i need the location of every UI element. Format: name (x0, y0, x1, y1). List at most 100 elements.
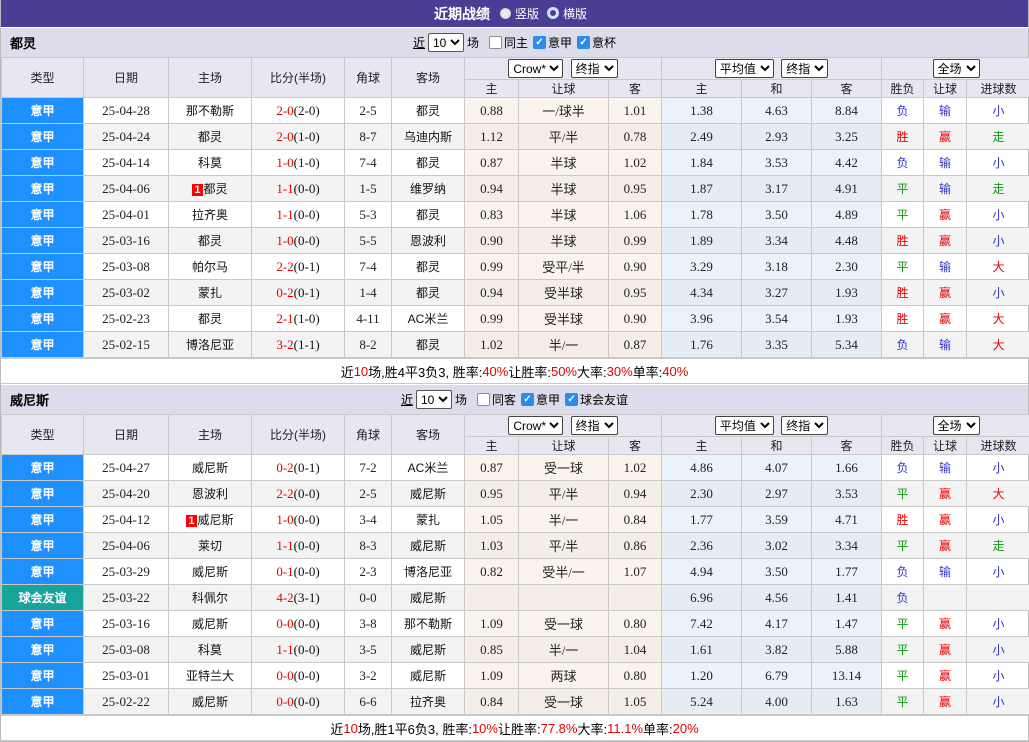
home-team-cell[interactable]: 帕尔马 (169, 254, 252, 280)
home-team-cell[interactable]: 科莫 (169, 150, 252, 176)
away-team-cell[interactable]: 拉齐奥 (392, 689, 465, 715)
home-team-name[interactable]: 都灵 (198, 130, 222, 144)
layout-radio-unselected[interactable] (547, 7, 559, 19)
away-team-name[interactable]: 乌迪内斯 (404, 130, 452, 144)
away-team-name[interactable]: 威尼斯 (410, 539, 446, 553)
home-team-cell[interactable]: 恩波利 (169, 481, 252, 507)
away-team-cell[interactable]: AC米兰 (392, 455, 465, 481)
away-team-name[interactable]: 博洛尼亚 (404, 565, 452, 579)
away-team-cell[interactable]: 恩波利 (392, 228, 465, 254)
home-team-name[interactable]: 博洛尼亚 (186, 338, 234, 352)
away-team-name[interactable]: AC米兰 (408, 312, 449, 326)
away-team-name[interactable]: AC米兰 (408, 461, 449, 475)
home-team-name[interactable]: 都灵 (198, 234, 222, 248)
away-team-cell[interactable]: 威尼斯 (392, 533, 465, 559)
away-team-cell[interactable]: 威尼斯 (392, 663, 465, 689)
away-team-cell[interactable]: 乌迪内斯 (392, 124, 465, 150)
away-team-cell[interactable]: 都灵 (392, 202, 465, 228)
away-team-name[interactable]: 都灵 (416, 104, 440, 118)
away-team-cell[interactable]: 都灵 (392, 280, 465, 306)
near-link[interactable]: 近 (401, 391, 413, 408)
away-team-cell[interactable]: 都灵 (392, 98, 465, 124)
home-team-name[interactable]: 威尼斯 (192, 565, 228, 579)
away-team-name[interactable]: 恩波利 (410, 234, 446, 248)
away-team-name[interactable]: 都灵 (416, 286, 440, 300)
away-team-cell[interactable]: 威尼斯 (392, 637, 465, 663)
away-team-cell[interactable]: 都灵 (392, 332, 465, 358)
home-team-name[interactable]: 那不勒斯 (186, 104, 234, 118)
avg-stage-select[interactable]: 终指 (781, 416, 828, 435)
home-team-name[interactable]: 拉齐奥 (192, 208, 228, 222)
checkbox-checked[interactable]: ✓ (533, 36, 546, 49)
home-team-name[interactable]: 科莫 (198, 643, 222, 657)
away-team-name[interactable]: 蒙扎 (416, 513, 440, 527)
away-team-name[interactable]: 那不勒斯 (404, 617, 452, 631)
home-team-cell[interactable]: 都灵 (169, 124, 252, 150)
away-team-cell[interactable]: 那不勒斯 (392, 611, 465, 637)
away-team-cell[interactable]: 都灵 (392, 254, 465, 280)
odds-stage-select[interactable]: 终指 (571, 416, 618, 435)
home-team-name[interactable]: 蒙扎 (198, 286, 222, 300)
near-link[interactable]: 近 (413, 34, 425, 51)
home-team-name[interactable]: 帕尔马 (192, 260, 228, 274)
home-team-name[interactable]: 都灵 (198, 312, 222, 326)
away-team-name[interactable]: 威尼斯 (410, 643, 446, 657)
away-team-cell[interactable]: 蒙扎 (392, 507, 465, 533)
away-team-name[interactable]: 拉齐奥 (410, 695, 446, 709)
avg-select[interactable]: 平均值 (715, 59, 774, 78)
away-team-cell[interactable]: 威尼斯 (392, 481, 465, 507)
home-team-cell[interactable]: 威尼斯 (169, 455, 252, 481)
away-team-name[interactable]: 都灵 (416, 156, 440, 170)
home-team-cell[interactable]: 威尼斯 (169, 611, 252, 637)
avg-select[interactable]: 平均值 (715, 416, 774, 435)
checkbox-checked[interactable]: ✓ (521, 393, 534, 406)
home-team-cell[interactable]: 都灵 (169, 228, 252, 254)
home-team-name[interactable]: 亚特兰大 (186, 669, 234, 683)
home-team-cell[interactable]: 科莫 (169, 637, 252, 663)
home-team-cell[interactable]: 亚特兰大 (169, 663, 252, 689)
home-team-cell[interactable]: 蒙扎 (169, 280, 252, 306)
home-team-cell[interactable]: 威尼斯 (169, 689, 252, 715)
home-team-name[interactable]: 威尼斯 (192, 617, 228, 631)
home-team-cell[interactable]: 威尼斯 (169, 559, 252, 585)
away-team-name[interactable]: 都灵 (416, 338, 440, 352)
checkbox-unchecked[interactable] (477, 393, 490, 406)
home-team-name[interactable]: 莱切 (198, 539, 222, 553)
home-team-cell[interactable]: 科佩尔 (169, 585, 252, 611)
checkbox-checked[interactable]: ✓ (565, 393, 578, 406)
avg-stage-select[interactable]: 终指 (781, 59, 828, 78)
away-team-cell[interactable]: 都灵 (392, 150, 465, 176)
home-team-cell[interactable]: 1威尼斯 (169, 507, 252, 533)
away-team-cell[interactable]: 维罗纳 (392, 176, 465, 202)
home-team-cell[interactable]: 都灵 (169, 306, 252, 332)
away-team-name[interactable]: 都灵 (416, 208, 440, 222)
home-team-name[interactable]: 科莫 (198, 156, 222, 170)
odds-stage-select[interactable]: 终指 (571, 59, 618, 78)
home-team-cell[interactable]: 莱切 (169, 533, 252, 559)
home-team-name[interactable]: 都灵 (204, 182, 228, 196)
home-team-name[interactable]: 恩波利 (192, 487, 228, 501)
away-team-name[interactable]: 威尼斯 (410, 669, 446, 683)
layout-radio-selected[interactable] (500, 8, 511, 19)
home-team-cell[interactable]: 拉齐奥 (169, 202, 252, 228)
period-select[interactable]: 全场 (933, 416, 980, 435)
bookmaker-select[interactable]: Crow* (508, 416, 563, 435)
away-team-name[interactable]: 维罗纳 (410, 182, 446, 196)
period-select[interactable]: 全场 (933, 59, 980, 78)
home-team-name[interactable]: 威尼斯 (198, 513, 234, 527)
match-count-select[interactable]: 10 (416, 390, 452, 409)
home-team-cell[interactable]: 博洛尼亚 (169, 332, 252, 358)
home-team-name[interactable]: 威尼斯 (192, 695, 228, 709)
away-team-cell[interactable]: 威尼斯 (392, 585, 465, 611)
checkbox-unchecked[interactable] (489, 36, 502, 49)
away-team-name[interactable]: 威尼斯 (410, 591, 446, 605)
home-team-cell[interactable]: 那不勒斯 (169, 98, 252, 124)
match-count-select[interactable]: 10 (428, 33, 464, 52)
home-team-name[interactable]: 威尼斯 (192, 461, 228, 475)
bookmaker-select[interactable]: Crow* (508, 59, 563, 78)
away-team-cell[interactable]: 博洛尼亚 (392, 559, 465, 585)
away-team-cell[interactable]: AC米兰 (392, 306, 465, 332)
away-team-name[interactable]: 都灵 (416, 260, 440, 274)
checkbox-checked[interactable]: ✓ (577, 36, 590, 49)
home-team-name[interactable]: 科佩尔 (192, 591, 228, 605)
